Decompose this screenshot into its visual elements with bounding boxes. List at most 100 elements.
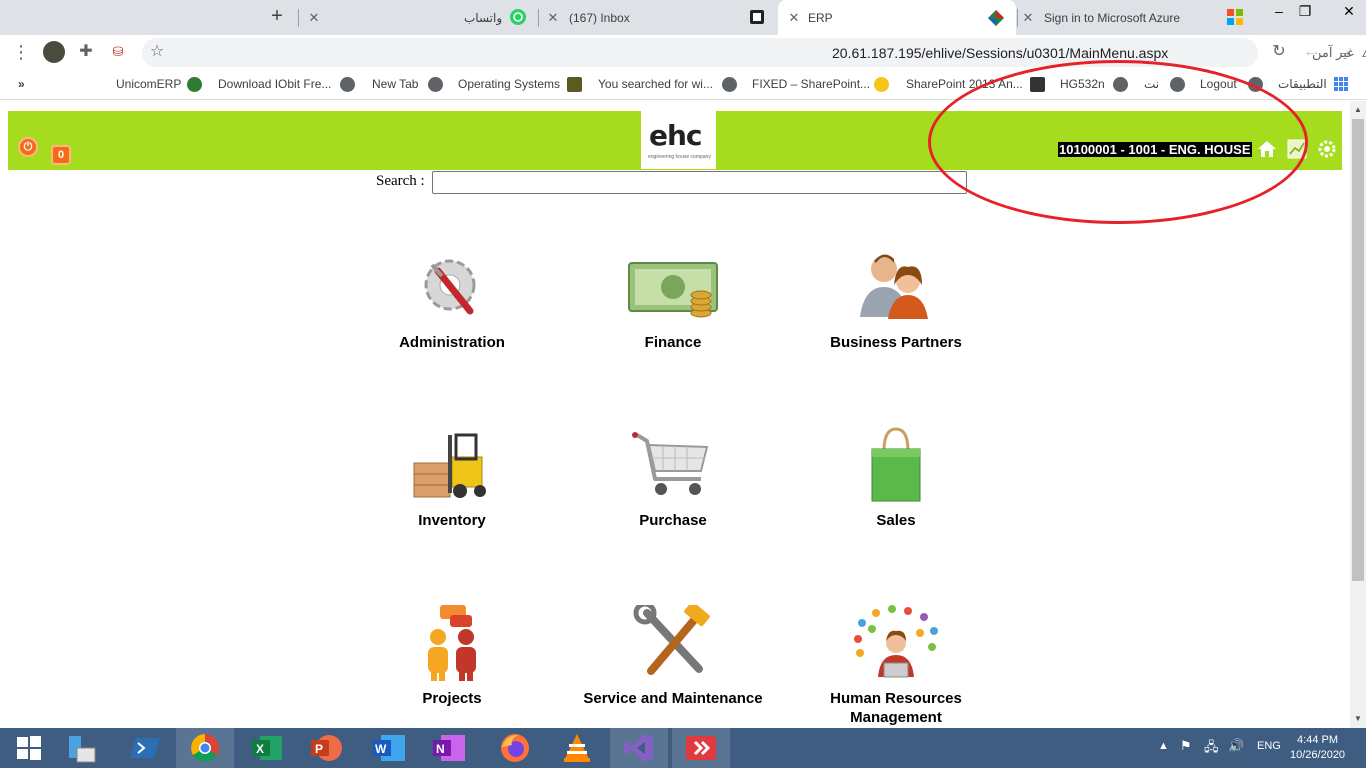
wrench-hammer-icon [623,601,723,685]
tab-whatsapp[interactable]: ✕ واتساب [300,0,536,35]
taskbar-chrome[interactable] [176,728,234,768]
network-icon[interactable]: 🖧 [1204,738,1219,760]
extensions-puzzle-icon[interactable]: ✚ [75,41,97,63]
globe-icon [340,77,355,92]
shopping-bag-icon [846,427,946,507]
scroll-up-icon[interactable]: ▲ [1350,102,1366,118]
svg-text:P: P [315,742,323,756]
taskbar-visual-studio[interactable] [610,728,668,768]
remote-app-icon [686,736,716,760]
hr-network-icon [846,605,946,685]
company-logo: ehc engineering house company [641,110,716,169]
search-label: Search : [376,173,425,189]
taskbar-powerpoint[interactable]: P [298,728,356,768]
module-label: Finance [644,334,702,351]
windows-taskbar: X P W N ▲ ⚑ 🖧 🔊 ENG 4:44 PM 10/26/2020 [0,728,1366,768]
menu-kebab-icon[interactable]: ⋮ [10,41,32,63]
globe-icon [722,77,737,92]
warning-icon: ⚠ [1362,45,1366,60]
bookmark-fixed-sharepoint[interactable]: FIXED – SharePoint... [752,77,870,91]
forklift-icon [402,427,502,507]
module-finance[interactable]: Finance [563,249,783,352]
module-purchase[interactable]: Purchase [563,427,783,530]
powerpoint-icon: P [311,735,342,761]
money-icon [623,249,723,329]
taskbar-remote-app[interactable] [672,728,730,768]
profile-avatar[interactable] [43,41,65,63]
svg-text:W: W [375,742,387,756]
taskbar-firefox[interactable] [486,728,544,768]
sunglasses-emoji-icon [874,77,889,92]
module-label: Human Resources Management [830,690,962,726]
bookmark-iobit[interactable]: Download IObit Fre... [218,77,331,91]
volume-icon[interactable]: 🔊 [1228,738,1244,754]
not-secure-label: غير آمن ⚠ [1312,45,1366,61]
module-human-resources[interactable]: Human Resources Management [786,605,1006,727]
clock[interactable]: 4:44 PM 10/26/2020 [1290,733,1345,763]
inbox-favicon-icon [750,10,764,24]
bookmark-apps[interactable]: التطبيقات [1278,77,1327,91]
taskbar-powershell[interactable] [116,728,174,768]
module-label: Inventory [418,512,486,529]
minimize-window-button[interactable]: – [1262,0,1296,32]
bookmark-new-tab[interactable]: New Tab [372,77,418,91]
bookmark-unicomerp[interactable]: UnicomERP [116,77,181,91]
reload-icon[interactable]: ↻ [1268,41,1290,63]
search-input[interactable] [432,171,967,194]
tray-overflow-icon[interactable]: ▲ [1158,740,1169,752]
logo-subtitle: engineering house company [648,154,711,160]
onenote-icon: N [433,735,465,761]
svg-text:X: X [256,742,264,756]
taskbar-excel[interactable]: X [238,728,296,768]
notification-badge[interactable]: 0 [51,145,71,165]
bookmarks-overflow-button[interactable]: » [18,77,25,91]
cart-icon [623,427,723,507]
taskbar-vlc[interactable] [548,728,606,768]
close-icon[interactable]: ✕ [786,10,802,26]
module-projects[interactable]: Projects [342,605,562,708]
language-indicator[interactable]: ENG [1257,740,1281,752]
vlc-icon [564,734,590,762]
tab-erp[interactable]: ✕ ERP [778,0,1016,35]
module-label: Service and Maintenance [583,690,763,707]
close-window-button[interactable]: ✕ [1332,0,1366,32]
globe-icon [428,77,443,92]
module-business-partners[interactable]: Business Partners [786,249,1006,352]
people-icon [846,249,946,329]
bookmark-operating-systems[interactable]: Operating Systems [458,77,560,91]
taskbar-onenote[interactable]: N [420,728,478,768]
settings-gear-icon[interactable] [1317,139,1337,159]
bookmark-you-searched[interactable]: You searched for wi... [598,77,713,91]
team-chat-icon [402,605,502,685]
scroll-down-icon[interactable]: ▼ [1350,711,1366,727]
tools-icon [402,249,502,329]
close-icon[interactable]: ✕ [306,10,322,26]
excel-icon: X [252,736,282,760]
g-logo-icon [567,77,582,92]
tab-separator [538,9,539,27]
server-manager-icon [69,736,96,763]
close-icon[interactable]: ✕ [545,10,561,26]
module-administration[interactable]: Administration [342,249,562,352]
module-inventory[interactable]: Inventory [342,427,562,530]
pdf-extension-icon[interactable]: ⛁ [107,41,129,63]
action-flag-icon[interactable]: ⚑ [1180,738,1192,754]
module-label: Business Partners [830,334,962,351]
tab-strip: ✕ ❐ – ✕ Sign in to Microsoft Azure ✕ ERP… [0,0,1366,35]
tab-azure[interactable]: ✕ Sign in to Microsoft Azure [1020,0,1256,35]
taskbar-server-manager[interactable] [52,728,110,768]
taskbar-word[interactable]: W [360,728,418,768]
close-icon[interactable]: ✕ [1020,10,1036,26]
module-label: Administration [399,334,505,351]
scrollbar-thumb[interactable] [1352,119,1364,581]
module-service-maintenance[interactable]: Service and Maintenance [563,601,783,708]
start-button[interactable] [0,728,58,768]
module-label: Projects [422,690,482,707]
module-label: Sales [876,512,916,529]
power-icon[interactable]: ⏻ [18,137,38,157]
firefox-icon [501,734,529,762]
new-tab-button[interactable]: + [266,6,288,28]
bookmark-star-icon[interactable]: ☆ [146,41,168,63]
tab-inbox[interactable]: ✕ (167) Inbox [541,0,773,35]
module-sales[interactable]: Sales [786,427,1006,530]
